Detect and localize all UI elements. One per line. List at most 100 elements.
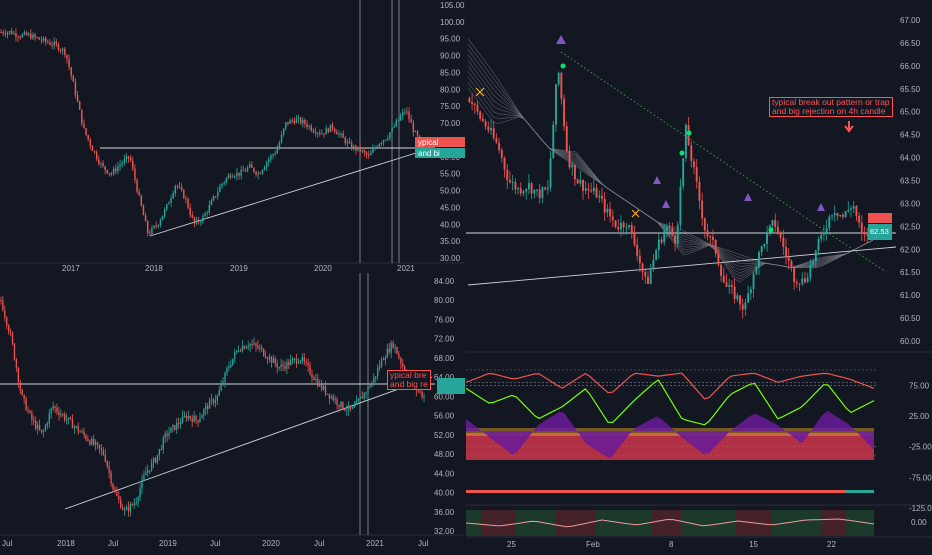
- y-tick-label: 45.00: [440, 203, 461, 212]
- breakout-annotation: typical break out pattern or trap and bi…: [769, 97, 893, 117]
- y-tick-label: 67.00: [900, 16, 921, 25]
- weekly-candle: [393, 126, 395, 128]
- weekly-candle: [168, 202, 170, 205]
- intraday-candle: [525, 189, 528, 192]
- intraday-candle: [619, 222, 622, 230]
- daily-candle: [123, 509, 126, 511]
- daily-candle: [218, 390, 220, 396]
- intraday-candle: [755, 266, 758, 274]
- intraday-candle: [541, 187, 544, 198]
- intraday-candle: [720, 264, 723, 276]
- weekly-candle: [414, 131, 417, 133]
- weekly-candle: [110, 173, 113, 175]
- signal-dot: [686, 130, 692, 136]
- daily-candle: [382, 359, 385, 361]
- intraday-candle: [714, 239, 717, 254]
- daily-candle: [371, 382, 373, 387]
- y-tick-label: 62.00: [900, 245, 921, 254]
- weekly-candle: [389, 132, 391, 139]
- y-tick-label: 32.00: [434, 527, 455, 536]
- weekly-candle: [333, 128, 336, 132]
- daily-candle: [71, 419, 74, 429]
- weekly-candle: [231, 176, 234, 178]
- daily-candle: [50, 408, 52, 414]
- daily-candle: [40, 429, 43, 432]
- weekly-candle: [191, 214, 194, 218]
- daily-candle: [9, 331, 12, 334]
- daily-chart-pane[interactable]: 84.00 80.00 76.00 72.00 68.00 64.00 60.00 56.00…: [0, 273, 465, 550]
- daily-candle: [326, 393, 329, 395]
- intraday-candle: [812, 261, 815, 265]
- weekly-candle: [350, 142, 353, 150]
- daily-candle: [73, 426, 76, 429]
- daily-candle: [0, 300, 2, 302]
- y-tick-label: 60.00: [900, 337, 921, 346]
- intraday-candle: [660, 239, 663, 243]
- weekly-candle: [291, 120, 293, 122]
- intraday-candle: [763, 243, 766, 247]
- weekly-chart-pane[interactable]: 105.00 100.00 95.00 90.00 85.00 80.00 75.00 70.…: [0, 0, 465, 273]
- triangle-marker: [662, 200, 670, 208]
- daily-candle: [253, 343, 255, 345]
- daily-candle: [324, 386, 327, 394]
- weekly-candle: [49, 42, 51, 45]
- daily-candle: [129, 504, 132, 512]
- annotation-fragment: ypical: [418, 138, 439, 147]
- intraday-candle: [509, 180, 511, 183]
- daily-candle: [2, 300, 4, 311]
- weekly-candle: [32, 34, 34, 39]
- weekly-candle: [272, 154, 274, 156]
- intraday-chart-pane[interactable]: 67.00 66.50 66.00 65.50 65.00 64.50 64.00 63.50…: [465, 0, 932, 550]
- daily-candle: [224, 372, 226, 383]
- intraday-chart[interactable]: 67.00 66.50 66.00 65.50 65.00 64.50 64.00 63.50…: [465, 0, 932, 550]
- weekly-candle: [55, 41, 58, 45]
- weekly-candle: [278, 142, 281, 149]
- daily-candle: [402, 363, 404, 367]
- x-tick-label: 8: [669, 540, 674, 549]
- weekly-candle: [344, 137, 347, 144]
- weekly-candle: [359, 146, 361, 152]
- x-tick-label: Jul: [314, 539, 324, 548]
- weekly-candle: [319, 132, 321, 134]
- intraday-candle: [749, 289, 752, 294]
- y-tick-label: 80.00: [434, 296, 455, 305]
- weekly-candle: [15, 32, 17, 37]
- daily-candle: [363, 392, 365, 399]
- weekly-candle: [374, 147, 376, 149]
- daily-candle: [419, 391, 421, 393]
- daily-candle: [376, 368, 379, 377]
- intraday-candle: [571, 164, 574, 168]
- intraday-candle: [733, 286, 736, 300]
- daily-candle: [357, 399, 360, 401]
- daily-candle: [156, 454, 159, 463]
- intraday-candle: [793, 267, 796, 283]
- daily-chart[interactable]: 84.0080.0076.0072.0068.0064.0060.0056.00…: [0, 273, 465, 550]
- weekly-candle: [217, 191, 219, 197]
- weekly-candle: [348, 141, 351, 143]
- daily-candle: [100, 448, 103, 451]
- y-tick-label: 95.00: [440, 35, 461, 44]
- y-tick-label: 100.00: [440, 18, 465, 27]
- daily-candle: [93, 438, 95, 445]
- intraday-candle: [787, 256, 790, 261]
- daily-candle: [338, 404, 340, 407]
- daily-candle: [44, 425, 47, 431]
- x-tick-label: Jul: [210, 539, 220, 548]
- moving-average-ribbon: [467, 43, 874, 268]
- intraday-candle: [484, 121, 487, 127]
- weekly-chart[interactable]: 105.00 100.00 95.00 90.00 85.00 80.00 75.00 70.…: [0, 0, 465, 273]
- price-badge: [437, 378, 465, 394]
- daily-candle: [384, 357, 387, 360]
- weekly-candle: [74, 81, 77, 96]
- weekly-candle: [408, 111, 410, 120]
- daily-candle: [388, 348, 390, 353]
- daily-candle: [58, 411, 60, 416]
- daily-candle: [293, 358, 296, 360]
- weekly-candle: [189, 207, 191, 215]
- weekly-candle: [172, 193, 174, 199]
- triangle-marker: [556, 35, 566, 44]
- x-tick-label: 2018: [145, 264, 163, 272]
- weekly-candle: [270, 155, 272, 160]
- weekly-candle: [178, 186, 181, 188]
- momentum-bar: [821, 510, 846, 536]
